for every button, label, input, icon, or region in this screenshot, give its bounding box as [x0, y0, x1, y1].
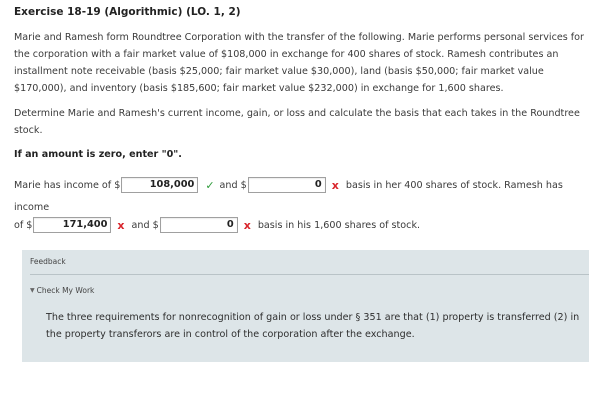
exercise-title: Exercise 18-19 (Algorithmic) (LO. 1, 2) [14, 6, 241, 18]
ramesh-basis-label: basis in his 1,600 shares of stock. [257, 219, 421, 231]
incorrect-x-icon: x [243, 218, 251, 232]
triangle-down-icon: ▼ [30, 287, 35, 294]
answer-row-marie: Marie has income of $ 108,000 ✓ and $ 0 … [14, 175, 563, 195]
marie-basis-input[interactable]: 0 [247, 177, 326, 193]
answer-row-ramesh: of $ 171,400 x and $ 0 x basis in his 1,… [14, 215, 420, 235]
correct-check-icon: ✓ [205, 178, 215, 192]
feedback-panel: Feedback ▼ Check My Work The three requi… [22, 250, 589, 362]
incorrect-x-icon: x [117, 218, 125, 232]
and-label: and $ [131, 219, 159, 231]
feedback-label: Feedback [30, 257, 66, 266]
marie-income-input[interactable]: 108,000 [121, 177, 199, 193]
answer-row-continuation: income [14, 197, 49, 217]
check-my-work-toggle[interactable]: ▼ Check My Work [30, 286, 94, 295]
zero-instruction: If an amount is zero, enter "0". [14, 149, 182, 160]
and-label: and $ [219, 179, 247, 191]
feedback-text: The three requirements for nonrecognitio… [46, 312, 580, 340]
incorrect-x-icon: x [331, 178, 339, 192]
income-label: income [14, 201, 50, 213]
ramesh-income-label: of $ [14, 219, 33, 231]
marie-basis-label: basis in her 400 shares of stock. Ramesh… [345, 179, 563, 191]
check-my-work-label: Check My Work [36, 286, 95, 295]
ramesh-income-input[interactable]: 171,400 [33, 217, 112, 233]
question-text: Determine Marie and Ramesh's current inc… [14, 108, 580, 136]
feedback-divider [30, 274, 589, 275]
marie-income-label: Marie has income of $ [14, 179, 121, 191]
ramesh-basis-input[interactable]: 0 [159, 217, 238, 233]
problem-description: Marie and Ramesh form Roundtree Corporat… [14, 32, 584, 94]
